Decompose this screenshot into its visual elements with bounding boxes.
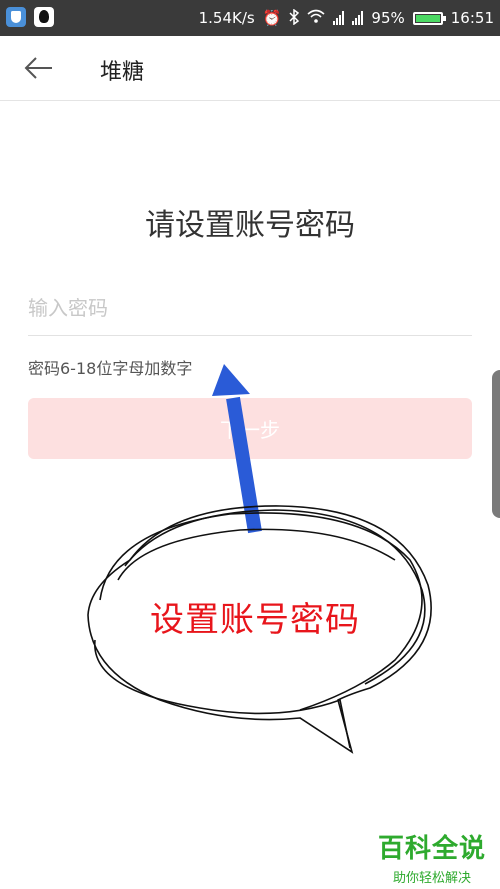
watermark-subtitle: 助你轻松解决 bbox=[392, 871, 471, 886]
watermark-title: 百科全说 bbox=[377, 834, 486, 864]
watermark-logo: 百科全说 助你轻松解决 bbox=[378, 828, 486, 886]
annotation-overlay bbox=[87, 364, 432, 754]
callout-text: 设置账号密码 bbox=[150, 600, 360, 640]
